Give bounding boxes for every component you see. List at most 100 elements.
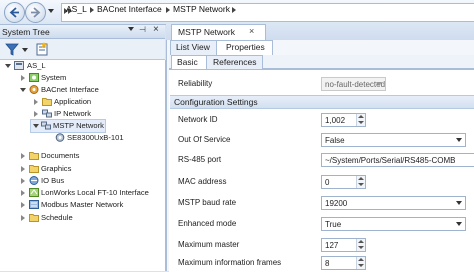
back-button[interactable]	[4, 2, 25, 23]
chevron-down-icon	[456, 222, 462, 226]
filter-dropdown-icon[interactable]	[22, 48, 28, 52]
enhanced-mode-dropdown[interactable]: True	[321, 217, 466, 231]
spinner-icon[interactable]	[356, 176, 365, 188]
system-tree: AS_L System BACnet Interface Application…	[0, 60, 166, 271]
tree-item-label: MSTP Network	[53, 121, 104, 130]
expand-icon[interactable]	[21, 153, 25, 159]
back-arrow-icon	[9, 7, 19, 18]
filter-icon[interactable]	[5, 42, 19, 56]
tree-item-label: AS_L	[27, 61, 46, 70]
expand-icon[interactable]	[34, 99, 38, 105]
breadcrumb-item-mstp[interactable]: MSTP Network	[173, 4, 230, 14]
reliability-dropdown: no-fault-detected	[321, 77, 386, 91]
breadcrumb-separator-icon[interactable]	[232, 7, 236, 13]
chevron-down-icon	[456, 201, 462, 205]
folder-icon	[29, 213, 39, 222]
spinner-icon[interactable]	[356, 257, 365, 269]
server-icon	[14, 61, 24, 70]
tree-item-lonworks[interactable]: LonWorks Local FT-10 Interface	[0, 187, 160, 199]
subtab-basic-label: Basic	[177, 57, 198, 67]
forward-button[interactable]	[25, 2, 46, 23]
maximum-information-frames-label: Maximum information frames	[178, 258, 282, 267]
enhanced-mode-label: Enhanced mode	[178, 219, 237, 228]
subtab-references-label: References	[213, 57, 257, 67]
maximum-information-frames-value: 8	[325, 258, 330, 268]
maximum-master-label: Maximum master	[178, 240, 240, 249]
mstp-baud-rate-value: 19200	[325, 198, 348, 208]
pin-icon[interactable]: ⊣	[139, 25, 146, 34]
tree-item-graphics[interactable]: Graphics	[0, 163, 160, 175]
tree-item-label: System	[41, 73, 67, 82]
out-of-service-dropdown[interactable]: False	[321, 133, 466, 147]
tree-item-ip-network[interactable]: IP Network	[0, 108, 160, 120]
expand-icon[interactable]	[21, 166, 25, 172]
rs485-port-input[interactable]: ~/System/Ports/Serial/RS485-COMB	[321, 153, 474, 167]
mstp-baud-rate-dropdown[interactable]: 19200	[321, 196, 466, 210]
expand-icon[interactable]	[34, 111, 38, 117]
mac-address-value: 0	[325, 177, 330, 187]
tree-item-label: SE8300UxB-101	[67, 133, 124, 142]
new-object-icon[interactable]	[35, 42, 49, 56]
tree-item-bacnet-interface[interactable]: BACnet Interface	[0, 84, 160, 96]
tree-item-documents[interactable]: Documents	[0, 150, 160, 162]
expand-icon[interactable]	[21, 215, 25, 221]
close-tab-icon[interactable]: ×	[249, 26, 254, 36]
close-panel-icon[interactable]: ×	[153, 24, 159, 35]
breadcrumb-item-bacnet[interactable]: BACnet Interface	[97, 4, 162, 14]
network-icon	[41, 121, 51, 130]
maximum-master-value: 127	[325, 240, 339, 250]
folder-icon	[42, 97, 52, 106]
tree-item-label: LonWorks Local FT-10 Interface	[41, 188, 149, 197]
tree-item-io-bus[interactable]: IO Bus	[0, 175, 160, 187]
tree-item-label: Documents	[41, 151, 80, 160]
tree-item-label: Application	[54, 97, 92, 106]
tree-item-label: IP Network	[54, 109, 91, 118]
chevron-down-icon	[376, 82, 382, 86]
system-icon	[29, 73, 39, 82]
bacnet-icon	[29, 85, 39, 94]
tree-item-system[interactable]: System	[0, 72, 160, 84]
breadcrumb-separator-icon[interactable]	[90, 7, 94, 13]
out-of-service-value: False	[325, 135, 345, 145]
breadcrumb-separator-icon[interactable]	[166, 7, 170, 13]
chevron-down-icon	[456, 138, 462, 142]
network-id-label: Network ID	[178, 115, 218, 124]
tree-item-schedule[interactable]: Schedule	[0, 212, 160, 224]
io-bus-icon	[29, 176, 39, 185]
collapse-icon[interactable]	[20, 88, 26, 92]
modbus-icon	[29, 200, 39, 209]
enhanced-mode-value: True	[325, 219, 342, 229]
tree-item-application[interactable]: Application	[0, 96, 160, 108]
panel-menu-icon[interactable]	[128, 27, 134, 31]
mac-address-label: MAC address	[178, 177, 227, 186]
spinner-icon[interactable]	[356, 239, 365, 251]
system-tree-title: System Tree	[2, 27, 50, 37]
history-dropdown-icon[interactable]	[48, 9, 54, 13]
tree-item-label: IO Bus	[41, 176, 65, 185]
lonworks-icon	[29, 188, 39, 197]
rs485-port-label: RS-485 port	[178, 155, 222, 164]
maximum-information-frames-input[interactable]: 8	[321, 256, 366, 270]
network-id-value: 1,002	[325, 115, 346, 125]
collapse-icon[interactable]	[5, 64, 11, 68]
expand-icon[interactable]	[21, 75, 25, 81]
maximum-master-input[interactable]: 127	[321, 238, 366, 252]
tree-item-modbus[interactable]: Modbus Master Network	[0, 199, 160, 211]
tree-item-mstp-network[interactable]: MSTP Network	[30, 119, 106, 133]
out-of-service-label: Out Of Service	[178, 135, 231, 144]
tree-item-label: Modbus Master Network	[41, 200, 124, 209]
tree-item-se8300uxb-101[interactable]: SE8300UxB-101	[0, 132, 160, 144]
folder-icon	[29, 164, 39, 173]
document-tab-title: MSTP Network	[178, 27, 235, 37]
expand-icon[interactable]	[21, 178, 25, 184]
forward-arrow-icon	[31, 7, 41, 18]
breadcrumb-item-as-l[interactable]: AS_L	[66, 4, 87, 14]
expand-icon[interactable]	[21, 190, 25, 196]
collapse-icon[interactable]	[33, 124, 39, 128]
expand-icon[interactable]	[21, 202, 25, 208]
mac-address-input[interactable]: 0	[321, 175, 366, 189]
tab-properties-label: Properties	[226, 42, 265, 52]
spinner-icon[interactable]	[356, 114, 365, 126]
tree-item-as-l[interactable]: AS_L	[0, 60, 160, 72]
network-id-input[interactable]: 1,002	[321, 113, 366, 127]
